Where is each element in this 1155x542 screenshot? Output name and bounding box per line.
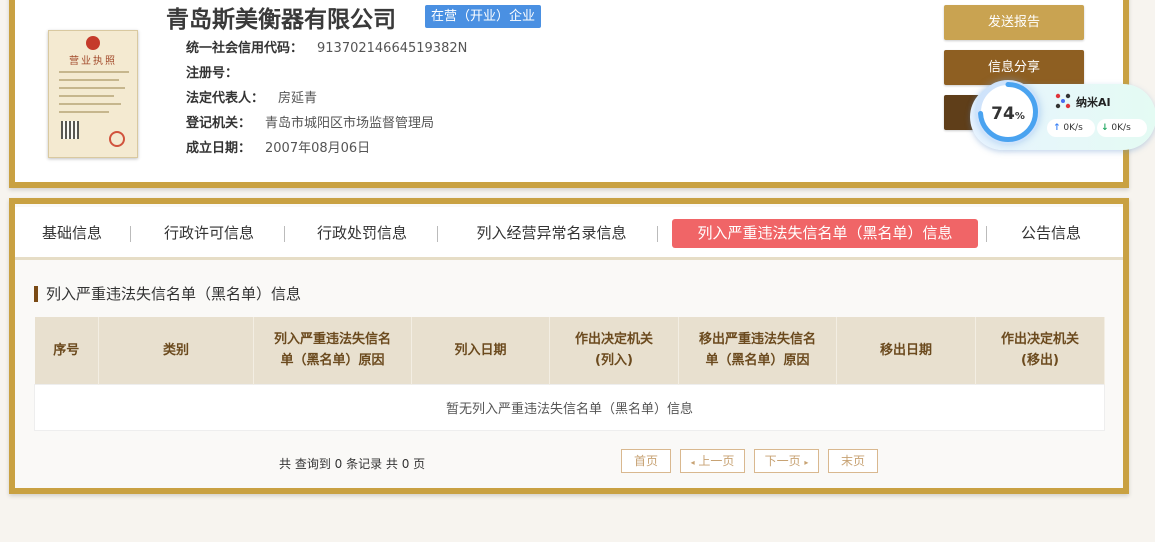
qr-code-icon (61, 121, 79, 139)
tab-announcements[interactable]: 公告信息 (1011, 219, 1091, 248)
column-header-category: 类别 (98, 317, 254, 384)
header-text: 作出决定机关 (574, 332, 653, 348)
empty-message: 暂无列入严重违法失信名单（黑名单）信息 (34, 383, 1105, 431)
tab-divider (284, 226, 285, 242)
license-line (59, 87, 125, 89)
company-name: 青岛斯美衡器有限公司 (166, 7, 396, 33)
column-header-listing-authority: 作出决定机关 (列入) (549, 317, 679, 384)
column-header-listing-date: 列入日期 (411, 317, 550, 384)
nano-ai-logo-icon (1055, 93, 1071, 109)
usage-percent: 74% (976, 104, 1040, 124)
header-text: 移出日期 (879, 342, 932, 358)
tab-divider (130, 226, 131, 242)
info-credit-code: 统一社会信用代码： 91370214664519382N (186, 37, 467, 56)
next-page-label: 下一页 (764, 454, 801, 468)
field-value: 房延青 (278, 91, 318, 106)
column-header-removal-authority: 作出决定机关 (移出) (975, 317, 1105, 384)
tab-divider (437, 226, 438, 242)
header-text: 单（黑名单）原因 (705, 353, 810, 369)
upload-speed-value: 0K/s (1063, 123, 1083, 133)
license-line (59, 103, 121, 105)
field-value: 青岛市城阳区市场监督管理局 (265, 116, 435, 131)
national-emblem-icon (86, 36, 100, 50)
field-label: 注册号： (186, 66, 239, 81)
download-speed-value: 0K/s (1111, 123, 1131, 133)
info-reg-number: 注册号： (186, 62, 252, 81)
upload-speed: ↑ 0K/s (1047, 119, 1095, 137)
header-text: 类别 (162, 342, 189, 358)
column-header-removal-date: 移出日期 (836, 317, 976, 384)
info-registration-authority: 登记机关： 青岛市城阳区市场监督管理局 (186, 112, 434, 131)
field-label: 统一社会信用代码： (186, 41, 304, 56)
tab-abnormal-operation[interactable]: 列入经营异常名录信息 (464, 219, 639, 248)
header-text: 列入严重违法失信名 (273, 332, 391, 348)
column-header-listing-reason: 列入严重违法失信名 单（黑名单）原因 (253, 317, 412, 384)
header-text: (移出) (1021, 353, 1059, 369)
header-text: 序号 (53, 342, 80, 358)
arrow-down-icon: ↓ (1101, 123, 1109, 133)
status-badge: 在营（开业）企业 (425, 5, 542, 28)
next-page-button[interactable]: 下一页 ▸ (754, 449, 819, 473)
field-label: 法定代表人： (186, 91, 265, 106)
column-header-removal-reason: 移出严重违法失信名 单（黑名单）原因 (678, 317, 837, 384)
chevron-right-icon: ▸ (804, 458, 809, 467)
info-legal-rep: 法定代表人： 房延青 (186, 87, 317, 106)
ai-widget-name: 纳米AI (1076, 96, 1111, 109)
prev-page-button[interactable]: ◂ 上一页 (680, 449, 745, 473)
license-line (59, 71, 129, 73)
section-title: 列入严重违法失信名单（黑名单）信息 (34, 286, 301, 302)
license-line (59, 95, 114, 97)
first-page-button[interactable]: 首页 (621, 449, 671, 473)
field-label: 登记机关： (186, 116, 252, 131)
arrow-up-icon: ↑ (1053, 123, 1061, 133)
tab-divider (657, 226, 658, 242)
license-line (59, 111, 109, 113)
license-title: 营业执照 (69, 56, 117, 67)
download-speed: ↓ 0K/s (1097, 119, 1147, 137)
official-seal-icon (109, 131, 125, 147)
pagination-summary: 共 查询到 0 条记录 共 0 页 (279, 457, 426, 471)
blacklist-table: 序号 类别 列入严重违法失信名 单（黑名单）原因 列入日期 作出决定机关 (列入) … (34, 317, 1105, 431)
header-text: 作出决定机关 (1000, 332, 1079, 348)
header-text: 单（黑名单）原因 (280, 353, 385, 369)
field-label: 成立日期： (186, 141, 252, 156)
tab-bar: 基础信息 行政许可信息 行政处罚信息 列入经营异常名录信息 列入严重违法失信名单… (15, 207, 1123, 260)
usage-percent-value: 74 (991, 104, 1015, 124)
field-value: 2007年08月06日 (265, 141, 371, 156)
header-text: 列入日期 (454, 342, 507, 358)
column-header-index: 序号 (34, 317, 99, 384)
header-text: (列入) (595, 353, 633, 369)
field-value: 91370214664519382N (317, 41, 468, 56)
usage-percent-unit: % (1014, 111, 1025, 122)
license-line (59, 79, 119, 81)
header-text: 移出严重违法失信名 (698, 332, 816, 348)
tab-admin-penalty[interactable]: 行政处罚信息 (307, 219, 417, 248)
business-license-thumbnail[interactable]: 营业执照 (48, 30, 138, 158)
tab-basic-info[interactable]: 基础信息 (33, 219, 111, 248)
table-header-row: 序号 类别 列入严重违法失信名 单（黑名单）原因 列入日期 作出决定机关 (列入) … (34, 317, 1105, 384)
table-row: 暂无列入严重违法失信名单（黑名单）信息 (34, 383, 1105, 431)
tab-admin-license[interactable]: 行政许可信息 (154, 219, 264, 248)
info-established-date: 成立日期： 2007年08月06日 (186, 137, 370, 156)
tab-divider (986, 226, 987, 242)
chevron-left-icon: ◂ (690, 458, 695, 467)
prev-page-label: 上一页 (698, 454, 735, 468)
last-page-button[interactable]: 末页 (828, 449, 878, 473)
send-report-button[interactable]: 发送报告 (944, 5, 1084, 40)
tab-blacklist[interactable]: 列入严重违法失信名单（黑名单）信息 (672, 219, 978, 248)
